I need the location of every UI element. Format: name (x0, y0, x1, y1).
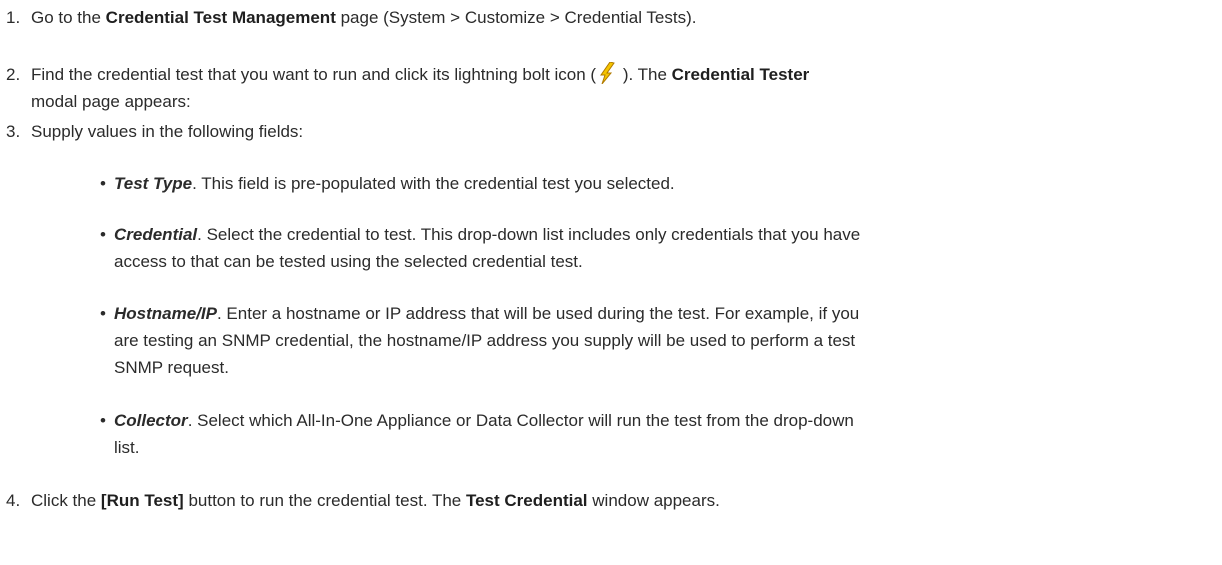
field-description-continued: SNMP request. (114, 358, 229, 377)
step-number: 1. (6, 8, 21, 27)
field-name: Collector (114, 411, 188, 430)
step-text: Go to the Credential Test Management pag… (31, 8, 697, 27)
field-name: Hostname/IP (114, 304, 217, 323)
field-description: . Enter a hostname or IP address that wi… (216, 304, 860, 323)
field-description: . Select the credential to test. This dr… (197, 225, 861, 244)
field-description-continued: access to that can be tested using the s… (114, 252, 583, 271)
field-name: Credential (114, 225, 198, 244)
page-name-credential-test-management: Credential Test Management (105, 8, 336, 27)
bullet: • (100, 174, 106, 193)
step-number: 3. (6, 122, 21, 141)
step-text-continued: modal page appears: (31, 92, 191, 111)
field-description: . Select which All-In-One Appliance or D… (187, 411, 854, 430)
step-number: 2. (6, 65, 21, 84)
step-text: Find the credential test that you want t… (31, 61, 809, 88)
step-number: 4. (6, 491, 21, 510)
field-description-continued: are testing an SNMP credential, the host… (114, 331, 856, 350)
lightning-bolt-icon (599, 61, 615, 85)
modal-name-credential-tester: Credential Tester (671, 65, 810, 84)
field-description-continued: list. (114, 438, 140, 457)
bullet: • (100, 304, 106, 323)
bullet: • (100, 411, 106, 430)
step-text: Click the [Run Test] button to run the c… (31, 491, 720, 510)
button-name-run-test: [Run Test] (100, 491, 184, 510)
field-description: . This field is pre-populated with the c… (192, 174, 675, 193)
field-name: Test Type (114, 174, 193, 193)
window-name-test-credential: Test Credential (465, 491, 588, 510)
bullet: • (100, 225, 106, 244)
instructions-document: 1. Go to the Credential Test Management … (0, 0, 1222, 565)
step-text: Supply values in the following fields: (31, 122, 304, 141)
